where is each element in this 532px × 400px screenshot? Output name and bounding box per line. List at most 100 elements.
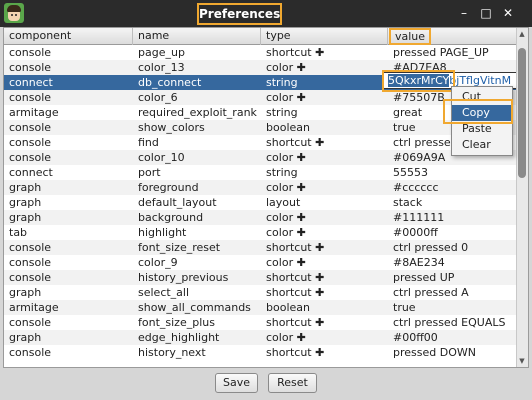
cell-name: history_previous (138, 271, 229, 284)
table-row[interactable]: graph select_all shortcut ✚ ctrl pressed A (4, 285, 516, 300)
cell-component: connect (9, 166, 53, 179)
table-row[interactable]: console color_9 color ✚ #8AE234 (4, 255, 516, 270)
vertical-scrollbar[interactable]: ▲ ▼ (516, 28, 528, 367)
table-row[interactable]: armitage show_all_commands boolean true (4, 300, 516, 315)
cell-component: connect (9, 76, 53, 89)
cell-component: console (9, 316, 52, 329)
cell-type: shortcut ✚ (266, 241, 325, 254)
table-row[interactable]: console find shortcut ✚ ctrl pressed F (4, 135, 516, 150)
table-header: component name type value (4, 28, 516, 45)
cell-type: shortcut ✚ (266, 136, 325, 149)
cell-component: console (9, 136, 52, 149)
cell-value: pressed UP (393, 271, 455, 284)
cell-component: tab (9, 226, 28, 239)
cell-value: ctrl pressed EQUALS (393, 316, 506, 329)
cell-type: shortcut ✚ (266, 286, 325, 299)
cell-component: graph (9, 181, 42, 194)
cell-name: required_exploit_rank (138, 106, 257, 119)
cell-name: highlight (138, 226, 187, 239)
cell-value: ctrl pressed A (393, 286, 469, 299)
maximize-icon[interactable]: □ (478, 5, 494, 21)
cell-value: 55553 (393, 166, 428, 179)
cell-name: select_all (138, 286, 190, 299)
cell-type: color ✚ (266, 181, 306, 194)
cell-name: edge_highlight (138, 331, 220, 344)
cell-value: pressed DOWN (393, 346, 476, 359)
cell-name: color_10 (138, 151, 185, 164)
close-icon[interactable]: ✕ (500, 5, 516, 21)
table-row[interactable]: console page_up shortcut ✚ pressed PAGE_UP (4, 45, 516, 60)
menu-item-clear[interactable]: Clear (452, 137, 512, 153)
cell-type: color ✚ (266, 61, 306, 74)
cell-type: shortcut ✚ (266, 271, 325, 284)
cell-type: string (266, 166, 298, 179)
cell-name: font_size_reset (138, 241, 221, 254)
minimize-icon[interactable]: – (456, 5, 472, 21)
window-title: Preferences (197, 3, 282, 25)
cell-component: graph (9, 196, 42, 209)
cell-name: show_all_commands (138, 301, 251, 314)
cell-value: pressed PAGE_UP (393, 46, 489, 59)
table-row[interactable]: console color_6 color ✚ #75507B (4, 90, 516, 105)
preferences-panel: component name type value console page_up… (3, 27, 529, 368)
table-row[interactable]: graph foreground color ✚ #cccccc (4, 180, 516, 195)
column-header-type[interactable]: type (261, 28, 388, 45)
cell-component: armitage (9, 106, 59, 119)
cell-name: history_next (138, 346, 206, 359)
scroll-up-icon[interactable]: ▲ (516, 28, 528, 40)
column-header-value[interactable]: value (388, 28, 516, 45)
cell-value: #00ff00 (393, 331, 438, 344)
cell-value: #0000ff (393, 226, 438, 239)
table-row[interactable]: console color_10 color ✚ #069A9A (4, 150, 516, 165)
cell-type: color ✚ (266, 226, 306, 239)
title-bar: Preferences – □ ✕ (0, 0, 532, 27)
save-button[interactable]: Save (215, 373, 258, 393)
table-row[interactable]: console show_colors boolean true (4, 120, 516, 135)
cell-value: true (393, 301, 416, 314)
cell-type: color ✚ (266, 151, 306, 164)
cell-type: color ✚ (266, 211, 306, 224)
value-edit-highlight (382, 70, 455, 92)
cell-name: page_up (138, 46, 185, 59)
cell-value: #cccccc (393, 181, 439, 194)
scrollbar-thumb[interactable] (518, 48, 526, 178)
cell-type: boolean (266, 121, 310, 134)
table-row[interactable]: tab highlight color ✚ #0000ff (4, 225, 516, 240)
table-row[interactable]: graph background color ✚ #111111 (4, 210, 516, 225)
cell-name: db_connect (138, 76, 202, 89)
column-header-component[interactable]: component (4, 28, 133, 45)
cell-name: color_9 (138, 256, 178, 269)
table-row[interactable]: console history_next shortcut ✚ pressed DOW… (4, 345, 516, 360)
cell-name: show_colors (138, 121, 205, 134)
table-row[interactable]: graph edge_highlight color ✚ #00ff00 (4, 330, 516, 345)
table-row[interactable]: console font_size_reset shortcut ✚ ctrl pre… (4, 240, 516, 255)
scroll-down-icon[interactable]: ▼ (516, 355, 528, 367)
table-row[interactable]: connect port string 55553 (4, 165, 516, 180)
column-header-name[interactable]: name (133, 28, 261, 45)
cell-name: background (138, 211, 204, 224)
column-header-value-label: value (389, 28, 432, 45)
cell-type: shortcut ✚ (266, 316, 325, 329)
cell-component: console (9, 91, 52, 104)
table-row[interactable]: console font_size_plus shortcut ✚ ctrl pres… (4, 315, 516, 330)
cell-component: console (9, 271, 52, 284)
reset-button[interactable]: Reset (268, 373, 317, 393)
cell-name: color_6 (138, 91, 178, 104)
cell-value: ctrl pressed 0 (393, 241, 469, 254)
cell-type: color ✚ (266, 331, 306, 344)
app-logo-icon (4, 3, 24, 23)
cell-component: console (9, 61, 52, 74)
copy-highlight (443, 99, 513, 124)
cell-value: stack (393, 196, 423, 209)
cell-value: #111111 (393, 211, 445, 224)
cell-type: boolean (266, 301, 310, 314)
cell-component: armitage (9, 301, 59, 314)
table-row[interactable]: graph default_layout layout stack (4, 195, 516, 210)
table-row[interactable]: console history_previous shortcut ✚ pressed… (4, 270, 516, 285)
table-row[interactable]: armitage required_exploit_rank string great (4, 105, 516, 120)
cell-name: port (138, 166, 161, 179)
cell-name: find (138, 136, 159, 149)
cell-component: console (9, 256, 52, 269)
preferences-table[interactable]: component name type value console page_up… (4, 28, 516, 367)
cell-component: console (9, 151, 52, 164)
